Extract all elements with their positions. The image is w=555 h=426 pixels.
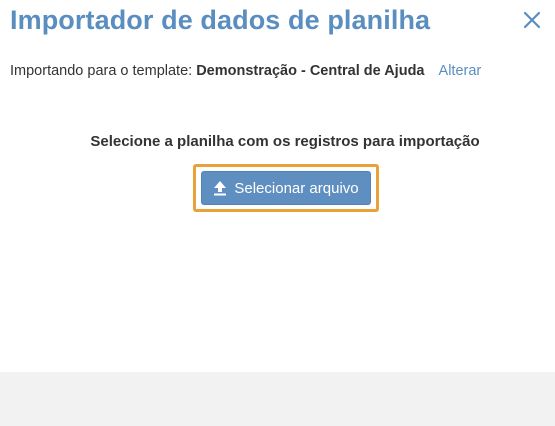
upload-icon: [214, 181, 227, 196]
change-template-link[interactable]: Alterar: [439, 63, 482, 79]
template-name: Demonstração - Central de Ajuda: [196, 63, 425, 79]
template-info: Importando para o template: Demonstração…: [10, 63, 481, 79]
dialog-title: Importador de dados de planilha: [10, 5, 431, 35]
select-file-button[interactable]: Selecionar arquivo: [201, 171, 371, 205]
import-dialog: Importador de dados de planilha Importan…: [0, 0, 555, 426]
upload-instruction: Selecione a planilha com os registros pa…: [90, 133, 480, 150]
select-file-highlight: Selecionar arquivo: [193, 164, 379, 212]
template-prefix: Importando para o template:: [10, 63, 193, 79]
select-file-label: Selecionar arquivo: [234, 179, 359, 197]
dialog-footer: [0, 372, 555, 426]
close-icon[interactable]: [521, 9, 543, 31]
close-button[interactable]: [521, 9, 543, 31]
